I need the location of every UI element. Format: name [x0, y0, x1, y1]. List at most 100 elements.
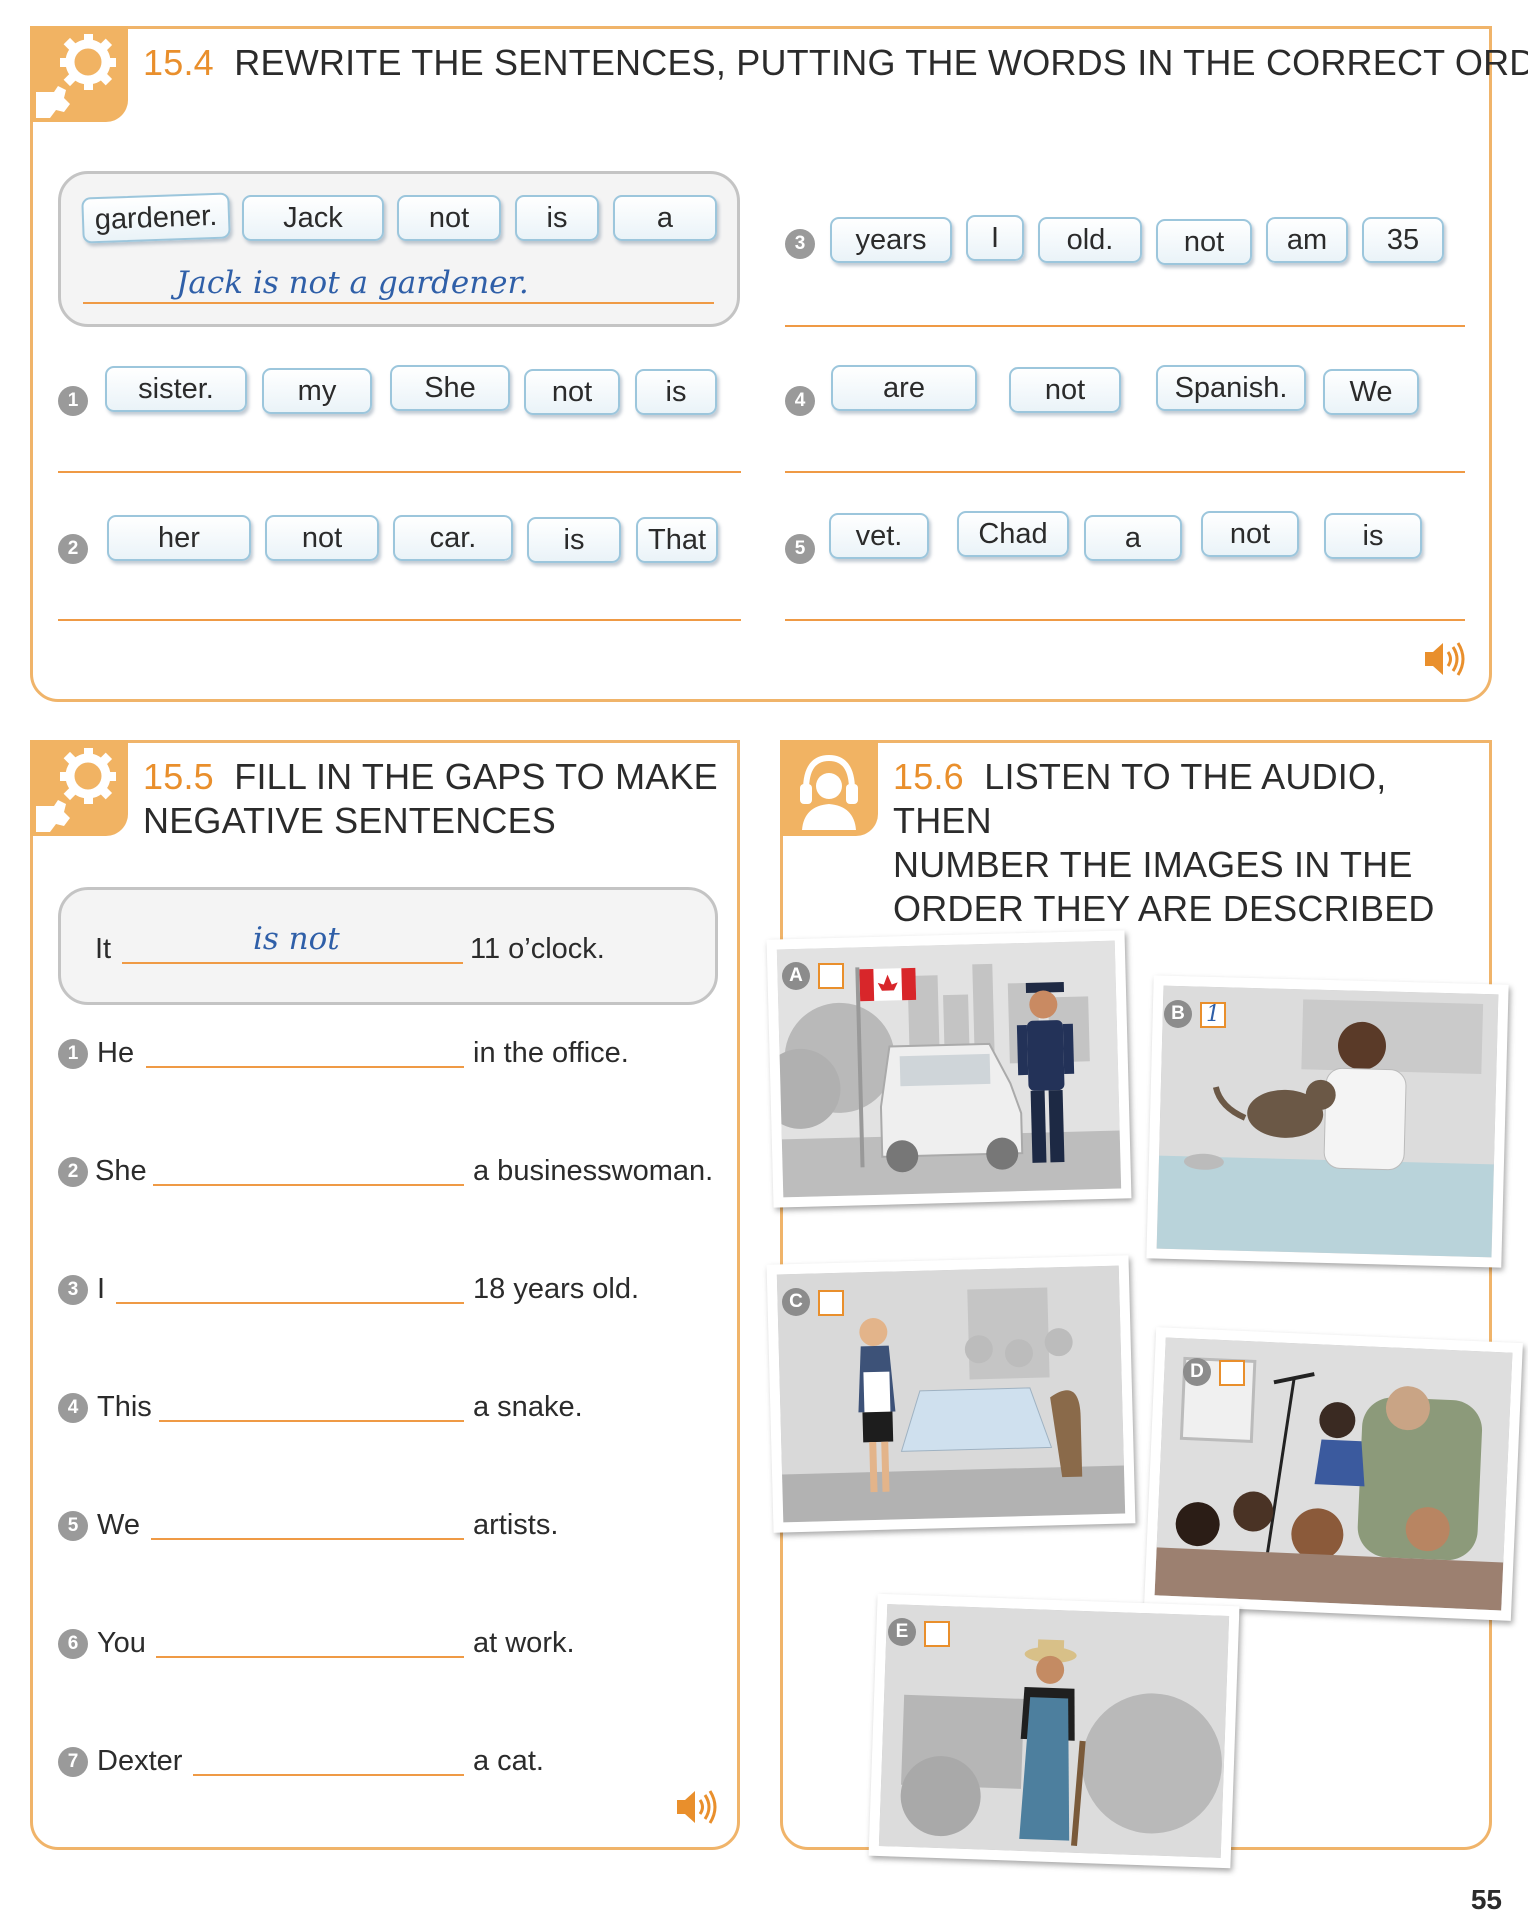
image-letter: C [782, 1288, 810, 1316]
gear-icon [30, 740, 128, 836]
word-chip[interactable]: I [966, 215, 1024, 261]
item-number: 2 [58, 1157, 88, 1187]
sentence-end: 11 o’clock. [470, 933, 605, 965]
headphones-icon [780, 740, 878, 836]
sentence-end: at work. [473, 1627, 575, 1659]
answer-checkbox[interactable] [818, 1290, 844, 1316]
word-chip[interactable]: Jack [242, 195, 384, 241]
item-number: 1 [58, 1039, 88, 1069]
answer-checkbox[interactable] [1219, 1360, 1245, 1386]
answer-line[interactable] [116, 1302, 464, 1304]
sentence-end: artists. [473, 1509, 559, 1541]
word-chip[interactable]: is [527, 517, 621, 563]
answer-line[interactable] [193, 1774, 464, 1776]
word-chip[interactable]: not [265, 515, 379, 561]
exercise-instruction: ORDER THEY ARE DESCRIBED [893, 888, 1435, 929]
word-chip[interactable]: gardener. [81, 192, 231, 244]
answer-line[interactable] [785, 471, 1465, 473]
word-chip[interactable]: is [515, 195, 599, 241]
answer-line[interactable] [785, 325, 1465, 327]
word-chip[interactable]: my [262, 368, 372, 414]
sentence-start: She [95, 1155, 147, 1187]
word-chip[interactable]: car. [393, 515, 513, 561]
image-letter: B [1164, 1000, 1192, 1028]
word-chip[interactable]: That [636, 517, 718, 563]
word-chip[interactable]: sister. [105, 366, 247, 412]
sentence-start: He [97, 1037, 135, 1069]
word-chip[interactable]: old. [1038, 217, 1142, 263]
page-number: 55 [1470, 1884, 1502, 1915]
item-number: 2 [58, 534, 88, 564]
answer-checkbox[interactable] [818, 963, 844, 989]
answer-line[interactable] [58, 471, 741, 473]
word-chip[interactable]: 35 [1362, 217, 1444, 263]
sentence-start: We [97, 1509, 140, 1541]
word-chip[interactable]: years [830, 217, 952, 263]
word-chip[interactable]: is [635, 369, 717, 415]
speaker-icon[interactable] [675, 1787, 719, 1832]
answer-line[interactable] [146, 1066, 464, 1068]
sentence-start: I [97, 1273, 106, 1305]
item-number: 4 [58, 1393, 88, 1423]
word-chip[interactable]: am [1266, 217, 1348, 263]
answer-checkbox[interactable]: 1 [1200, 1002, 1226, 1028]
image-letter: E [888, 1618, 916, 1646]
answer-line[interactable] [785, 619, 1465, 621]
answer-line[interactable] [159, 1420, 464, 1422]
exercise-15-4-panel: 15.4 REWRITE THE SENTENCES, PUTTING THE … [30, 26, 1528, 702]
word-chip[interactable]: her [107, 515, 251, 561]
sentence-start: Dexter [97, 1745, 183, 1777]
speaker-icon[interactable] [1423, 639, 1467, 684]
sentence-end: a cat. [473, 1745, 544, 1777]
answer-line [122, 962, 463, 964]
word-chip[interactable]: a [1084, 515, 1182, 561]
image-letter: A [782, 962, 810, 990]
image-letter: D [1183, 1358, 1211, 1386]
exercise-15-5-panel: 15.5 FILL IN THE GAPS TO MAKE NEGATIVE S… [30, 740, 740, 1850]
word-chip[interactable]: vet. [829, 513, 929, 559]
sentence-end: 18 years old. [473, 1273, 640, 1305]
word-chip[interactable]: She [390, 365, 510, 411]
gear-icon [30, 26, 128, 122]
item-number: 3 [58, 1275, 88, 1305]
exercise-15-4-title: 15.4 REWRITE THE SENTENCES, PUTTING THE … [143, 41, 1528, 85]
sentence-end: in the office. [473, 1037, 629, 1069]
word-chip[interactable]: are [831, 365, 977, 411]
item-number: 6 [58, 1629, 88, 1659]
example-answer: Jack is not a gardener. [176, 265, 529, 301]
word-chip[interactable]: a [613, 195, 717, 241]
word-chip[interactable]: not [1156, 219, 1252, 265]
exercise-number: 15.5 [143, 756, 214, 797]
word-chip[interactable]: not [1201, 511, 1299, 557]
answer-checkbox[interactable] [924, 1621, 950, 1647]
example-box [58, 887, 718, 1005]
answer-line[interactable] [153, 1184, 464, 1186]
sentence-end: a businesswoman. [473, 1155, 714, 1187]
exercise-instruction: REWRITE THE SENTENCES, PUTTING THE WORDS… [234, 42, 1528, 83]
exercise-instruction: NEGATIVE SENTENCES [143, 800, 557, 841]
item-number: 7 [58, 1747, 88, 1777]
word-chip[interactable]: not [1009, 367, 1121, 413]
sentence-start: You [97, 1627, 146, 1659]
answer-line[interactable] [151, 1538, 464, 1540]
word-chip[interactable]: Spanish. [1156, 365, 1306, 411]
exercise-instruction: LISTEN TO THE AUDIO, THEN [893, 756, 1387, 841]
word-chip[interactable]: We [1323, 369, 1419, 415]
item-number: 4 [785, 386, 815, 416]
exercise-15-5-title: 15.5 FILL IN THE GAPS TO MAKE NEGATIVE S… [143, 755, 718, 843]
word-chip[interactable]: Chad [957, 511, 1069, 557]
answer-line[interactable] [156, 1656, 464, 1658]
item-number: 3 [785, 229, 815, 259]
exercise-instruction: FILL IN THE GAPS TO MAKE [234, 756, 718, 797]
word-chip[interactable]: is [1324, 513, 1422, 559]
exercise-15-6-title: 15.6 LISTEN TO THE AUDIO, THEN NUMBER TH… [893, 755, 1489, 931]
answer-line [83, 302, 714, 304]
example-answer: is not [253, 921, 340, 957]
word-chip[interactable]: not [524, 369, 620, 415]
item-number: 5 [785, 534, 815, 564]
word-chip[interactable]: not [397, 195, 501, 241]
sentence-start: It [95, 933, 112, 965]
answer-line[interactable] [58, 619, 741, 621]
item-number: 5 [58, 1511, 88, 1541]
exercise-number: 15.4 [143, 42, 214, 83]
